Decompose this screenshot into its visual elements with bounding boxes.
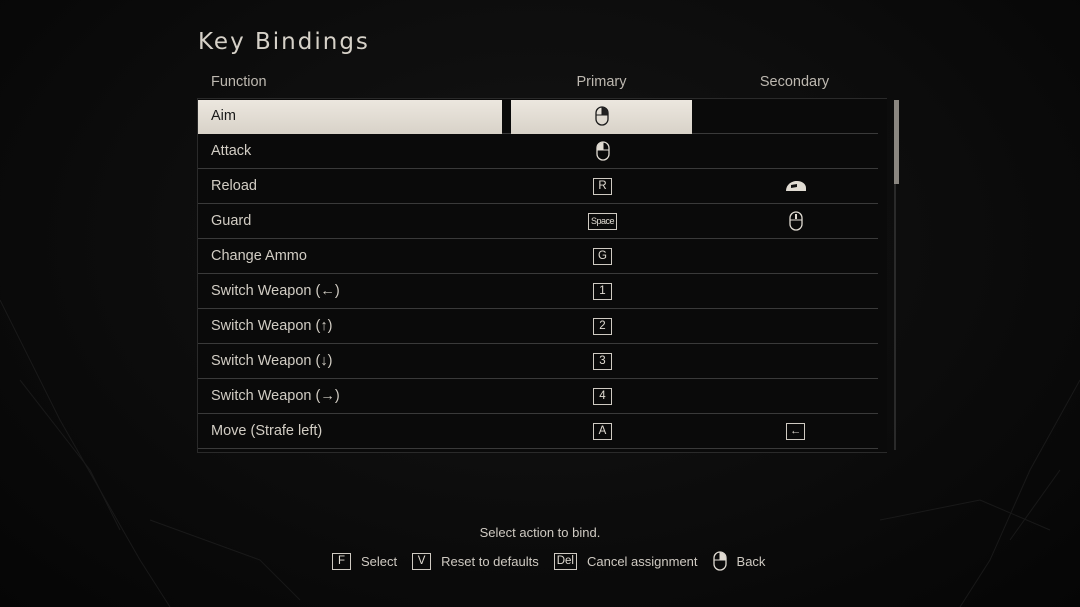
- binding-row[interactable]: Aim: [198, 99, 878, 134]
- binding-function-label: Switch Weapon (↑): [211, 318, 333, 334]
- binding-primary-cell[interactable]: G: [541, 239, 664, 273]
- footer-action-back[interactable]: Back: [712, 551, 766, 571]
- binding-primary-cell[interactable]: R: [541, 169, 664, 203]
- binding-function-label: Switch Weapon (←): [211, 283, 340, 299]
- key-glyph: 1: [593, 282, 612, 300]
- binding-secondary-cell[interactable]: [733, 169, 858, 203]
- key-glyph: G: [593, 247, 612, 265]
- binding-secondary-cell[interactable]: [733, 274, 858, 308]
- binding-primary-cell[interactable]: [511, 99, 692, 133]
- key-glyph: 3: [593, 352, 612, 370]
- binding-primary-cell[interactable]: Space: [541, 204, 664, 238]
- binding-function-label: Guard: [211, 213, 252, 229]
- binding-row[interactable]: Switch Weapon (←) 1: [198, 274, 878, 309]
- binding-row[interactable]: Guard Space: [198, 204, 878, 239]
- key-glyph: R: [593, 177, 612, 195]
- binding-secondary-cell[interactable]: [733, 239, 858, 273]
- footer-action-label: Back: [736, 553, 766, 569]
- binding-row[interactable]: Switch Weapon (→) 4: [198, 379, 878, 414]
- binding-row[interactable]: Switch Weapon (↓) 3: [198, 344, 878, 379]
- binding-primary-cell[interactable]: 2: [541, 309, 664, 343]
- binding-row[interactable]: Reload R: [198, 169, 878, 204]
- mouse-middle-icon: [788, 211, 803, 231]
- key-glyph: 2: [593, 317, 612, 335]
- column-header-function: Function: [211, 74, 267, 90]
- footer-action-select[interactable]: F Select: [332, 552, 398, 570]
- binding-row[interactable]: Switch Weapon (↑) 2: [198, 309, 878, 344]
- binding-secondary-cell[interactable]: [733, 309, 858, 343]
- page-title: Key Bindings: [198, 29, 370, 55]
- mouse-left-icon: [595, 141, 610, 161]
- key-glyph: 4: [593, 387, 612, 405]
- key-glyph: Space: [587, 212, 618, 230]
- binding-secondary-cell[interactable]: [733, 134, 858, 168]
- binding-secondary-cell[interactable]: ←: [733, 414, 858, 448]
- key-bindings-screen: Key Bindings Function Primary Secondary …: [0, 0, 1080, 607]
- binding-primary-cell[interactable]: [541, 134, 664, 168]
- mouse-side-icon: [785, 181, 806, 191]
- footer-action-cancel-assignment[interactable]: Del Cancel assignment: [553, 552, 698, 570]
- binding-function-label: Switch Weapon (↓): [211, 353, 333, 369]
- binding-function-label: Attack: [211, 143, 252, 159]
- binding-row[interactable]: Change Ammo G: [198, 239, 878, 274]
- binding-primary-cell[interactable]: 3: [541, 344, 664, 378]
- selection-highlight: [198, 100, 502, 134]
- bindings-list: Aim Attack Reload R Guard Space Change Ammo G Sw…: [197, 98, 887, 453]
- binding-function-label: Reload: [211, 178, 257, 194]
- binding-function-label: Move (Strafe left): [211, 423, 323, 439]
- footer-action-label: Cancel assignment: [586, 553, 698, 569]
- footer-action-label: Select: [361, 553, 398, 569]
- binding-function-label: Switch Weapon (→): [211, 388, 340, 404]
- mouse-right-icon: [712, 551, 727, 571]
- binding-secondary-cell[interactable]: [733, 204, 858, 238]
- scrollbar-thumb[interactable]: [894, 100, 899, 184]
- key-glyph: Del: [553, 552, 577, 570]
- key-glyph: A: [593, 422, 612, 440]
- mouse-right-icon: [594, 106, 609, 126]
- column-header-secondary: Secondary: [759, 74, 830, 90]
- binding-secondary-cell[interactable]: [733, 99, 858, 133]
- binding-secondary-cell[interactable]: [733, 344, 858, 378]
- binding-row[interactable]: Attack: [198, 134, 878, 169]
- footer-actions: F Select V Reset to defaults Del Cancel assig…: [332, 550, 780, 572]
- binding-primary-cell[interactable]: A: [541, 414, 664, 448]
- binding-secondary-cell[interactable]: [733, 379, 858, 413]
- key-glyph: V: [412, 552, 432, 570]
- binding-primary-cell[interactable]: 1: [541, 274, 664, 308]
- footer-action-label: Reset to defaults: [441, 553, 539, 569]
- binding-row[interactable]: Move (Strafe left) A ←: [198, 414, 878, 449]
- column-header-primary: Primary: [576, 74, 627, 90]
- key-glyph: F: [332, 552, 351, 570]
- key-glyph: ←: [786, 422, 805, 440]
- binding-primary-cell[interactable]: 4: [541, 379, 664, 413]
- binding-function-label: Change Ammo: [211, 248, 307, 264]
- footer-action-reset-to-defaults[interactable]: V Reset to defaults: [412, 552, 539, 570]
- hint-text: Select action to bind.: [479, 525, 601, 540]
- binding-function-label: Aim: [211, 108, 236, 124]
